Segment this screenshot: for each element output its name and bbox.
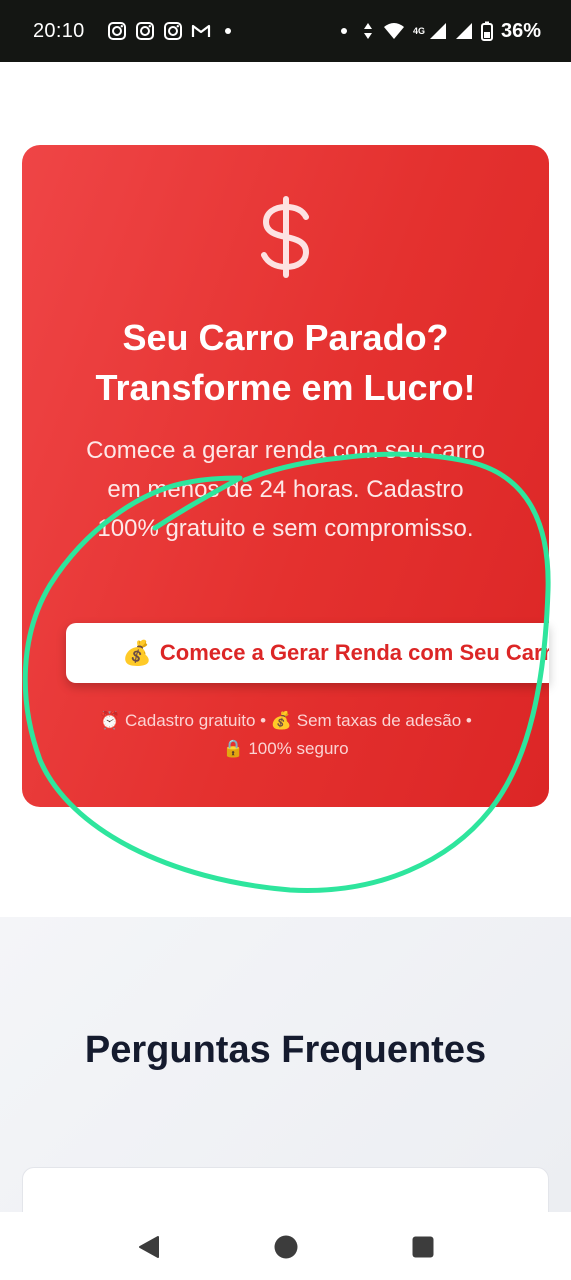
- hero-benefits: ⏰ Cadastro gratuito • 💰 Sem taxas de ade…: [52, 707, 519, 763]
- start-earning-button-label: Comece a Gerar Renda com Seu Carro: [159, 640, 549, 665]
- notification-dot-icon: [340, 28, 347, 34]
- instagram-icon: [135, 22, 154, 40]
- hero-benefits-line2: 🔒 100% seguro: [222, 739, 349, 758]
- battery-icon: [480, 21, 493, 41]
- faq-title: Perguntas Frequentes: [84, 1029, 487, 1071]
- signal-icon: [455, 23, 472, 39]
- status-time: 20:10: [33, 19, 85, 42]
- hero-benefits-line1: ⏰ Cadastro gratuito • 💰 Sem taxas de ade…: [99, 711, 472, 730]
- wifi-icon: [383, 23, 404, 39]
- instagram-icon: [107, 22, 126, 40]
- network-type: 4G: [412, 26, 425, 36]
- hero-title-line1: Seu Carro Parado?: [122, 317, 449, 358]
- faq-section: Perguntas Frequentes: [0, 917, 571, 1212]
- faq-item[interactable]: [22, 1167, 549, 1212]
- dollar-icon: [260, 196, 309, 278]
- status-bar: 20:10 4G 36%: [0, 0, 571, 62]
- money-bag-icon: 💰: [122, 639, 152, 667]
- hero-subtitle: Comece a gerar renda com seu carro em me…: [86, 437, 485, 542]
- navigation-bar: [0, 1212, 571, 1280]
- gmail-icon: [191, 24, 210, 37]
- recents-icon[interactable]: [410, 1234, 436, 1260]
- notification-dot-icon: [224, 28, 231, 34]
- instagram-icon: [163, 22, 182, 40]
- battery-level: 36%: [500, 19, 541, 42]
- data-transfer-icon: [363, 23, 372, 39]
- start-earning-button[interactable]: 💰 Comece a Gerar Renda com Seu Carro: [66, 623, 549, 683]
- hero-card: Seu Carro Parado? Transforme em Lucro! C…: [22, 145, 549, 807]
- page-content[interactable]: Seu Carro Parado? Transforme em Lucro! C…: [0, 62, 571, 1212]
- home-icon[interactable]: [273, 1234, 299, 1260]
- back-icon[interactable]: [136, 1234, 162, 1260]
- hero-title-line2: Transforme em Lucro!: [95, 367, 476, 408]
- signal-icon: [429, 23, 446, 39]
- hero-title: Seu Carro Parado? Transforme em Lucro!: [22, 313, 549, 413]
